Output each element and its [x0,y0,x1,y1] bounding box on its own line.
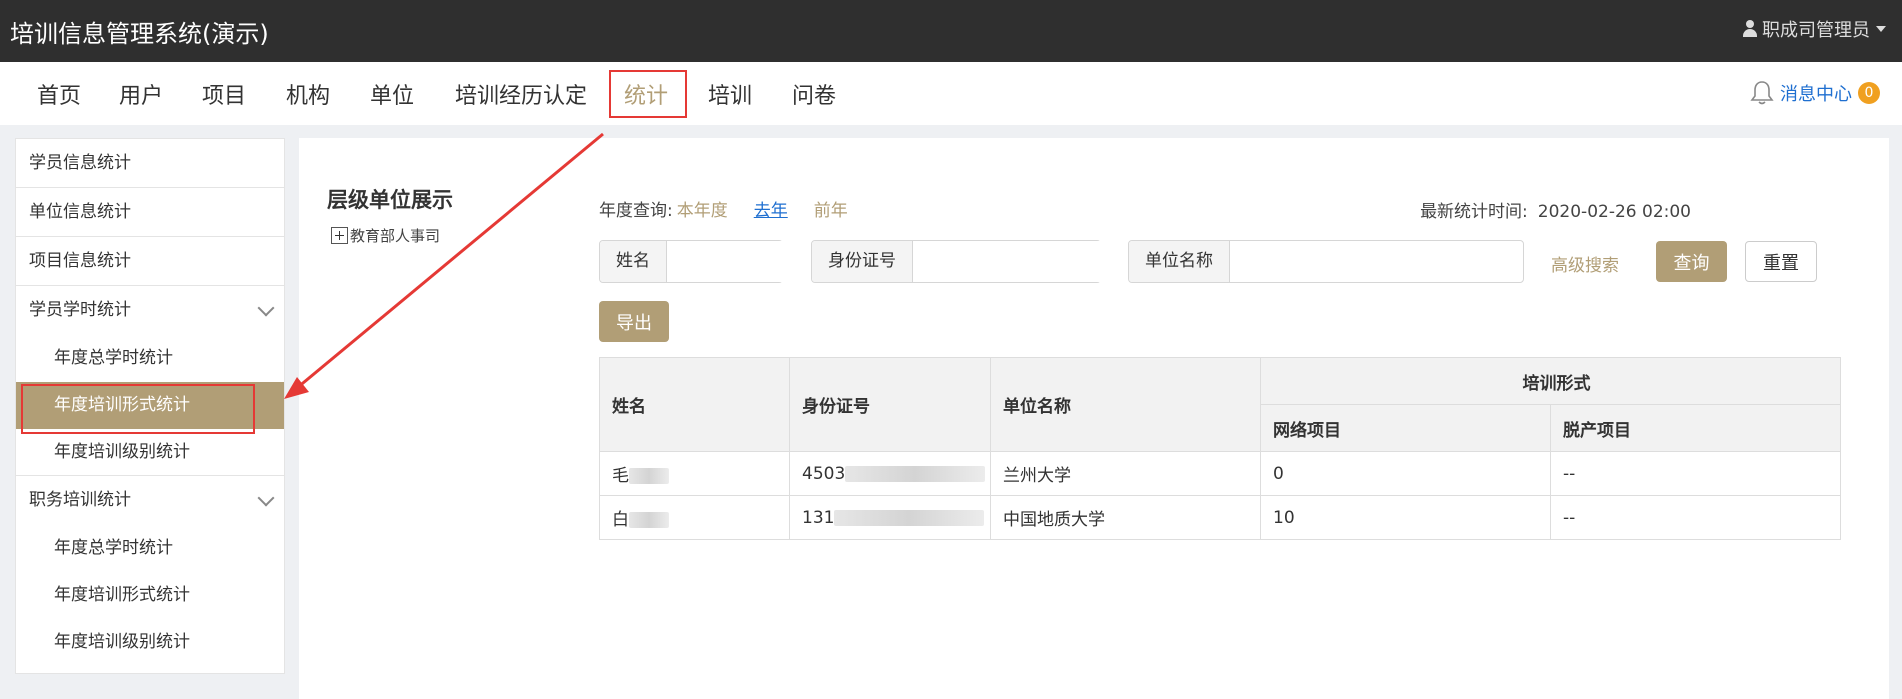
year-option-two-years-ago[interactable]: 前年 [814,196,848,221]
nav-institutions[interactable]: 机构 [286,76,330,112]
id-field-label: 身份证号 [812,241,913,282]
sidebar-item-student-info[interactable]: 学员信息统计 [16,139,284,188]
sidebar-item-annual-training-level[interactable]: 年度培训级别统计 [16,429,284,476]
bell-icon [1750,80,1774,106]
redacted-mask [629,468,669,484]
stat-time: 最新统计时间: 2020-02-26 02:00 [1420,197,1691,222]
nav-training[interactable]: 培训 [708,76,752,112]
sidebar-item-duty-annual-hours[interactable]: 年度总学时统计 [16,525,284,572]
col-header-training-form: 培训形式 [1260,357,1841,405]
nav-projects[interactable]: 项目 [202,76,246,112]
message-center-label: 消息中心 [1780,84,1852,105]
cell-name: 白 [599,495,790,540]
cell-offline: -- [1550,495,1841,540]
tree-node-root[interactable]: 教育部人事司 [331,225,440,246]
cell-name: 毛 [599,451,790,496]
sidebar-item-unit-info[interactable]: 单位信息统计 [16,188,284,237]
unit-field: 单位名称 [1128,240,1524,283]
nav-users[interactable]: 用户 [119,76,163,112]
year-option-this-year[interactable]: 本年度 [677,196,728,221]
unit-input[interactable] [1230,241,1523,282]
table-row[interactable]: 白 131 中国地质大学 10 -- [599,495,1841,540]
export-button[interactable]: 导出 [599,301,669,342]
col-header-id: 身份证号 [789,357,991,452]
nav-questionnaire[interactable]: 问卷 [792,76,836,112]
sidebar-item-duty-training-level[interactable]: 年度培训级别统计 [16,619,284,666]
sidebar-item-project-info[interactable]: 项目信息统计 [16,237,284,286]
nav-training-certification[interactable]: 培训经历认定 [455,76,587,112]
sidebar-group-label: 学员学时统计 [29,300,131,320]
user-name: 职成司管理员 [1762,20,1870,41]
sidebar-item-duty-training-form[interactable]: 年度培训形式统计 [16,572,284,619]
col-header-unit: 单位名称 [990,357,1261,452]
name-field: 姓名 [599,240,890,283]
chevron-down-icon [257,299,275,317]
name-field-label: 姓名 [600,241,667,282]
nav-units[interactable]: 单位 [370,76,414,112]
sidebar-group-duty-training[interactable]: 职务培训统计 [16,476,284,525]
stat-time-value: 2020-02-26 02:00 [1537,202,1691,222]
sidebar-group-label: 职务培训统计 [29,490,131,510]
cell-online: 0 [1260,451,1551,496]
user-icon [1742,20,1758,38]
cell-online: 10 [1260,495,1551,540]
id-field: 身份证号 [811,240,1136,283]
main-nav: 首页 用户 项目 机构 单位 培训经历认定 统计 培训 问卷 [0,62,1902,125]
tree-title: 层级单位展示 [327,188,453,212]
top-bar: 培训信息管理系统(演示) 职成司管理员 [0,0,1902,62]
reset-button[interactable]: 重置 [1745,241,1817,282]
expand-icon[interactable] [331,227,348,244]
redacted-mask [834,509,985,526]
stat-time-label: 最新统计时间: [1420,202,1528,222]
redacted-mask [629,512,669,528]
col-header-name: 姓名 [599,357,790,452]
query-button[interactable]: 查询 [1656,241,1727,282]
cell-unit: 中国地质大学 [990,495,1261,540]
user-menu[interactable]: 职成司管理员 [1742,16,1886,42]
tree-node-label[interactable]: 教育部人事司 [350,225,440,246]
unit-field-label: 单位名称 [1129,241,1230,282]
year-filter: 年度查询: 本年度 去年 前年 [599,196,848,221]
nav-highlight-box [609,70,687,118]
sidebar-item-annual-hours[interactable]: 年度总学时统计 [16,335,284,382]
sidebar-highlight-box [21,384,255,434]
nav-home[interactable]: 首页 [37,76,81,112]
advanced-search-link[interactable]: 高级搜索 [1551,251,1619,276]
app-title: 培训信息管理系统(演示) [10,20,269,48]
col-header-offline: 脱产项目 [1550,404,1841,452]
chevron-down-icon [1876,26,1886,32]
message-center[interactable]: 消息中心 0 [1750,80,1880,106]
cell-id: 4503 [789,451,991,496]
year-filter-label: 年度查询: [599,201,673,221]
redacted-mask [845,465,986,482]
cell-unit: 兰州大学 [990,451,1261,496]
results-table: 姓名 身份证号 单位名称 培训形式 网络项目 脱产项目 毛 4503 兰州大学 … [599,357,1841,540]
table-row[interactable]: 毛 4503 兰州大学 0 -- [599,451,1841,496]
sidebar-group-student-hours[interactable]: 学员学时统计 [16,286,284,335]
cell-offline: -- [1550,451,1841,496]
col-header-online: 网络项目 [1260,404,1551,452]
message-count-badge: 0 [1858,82,1880,104]
cell-id: 131 [789,495,991,540]
year-option-last-year[interactable]: 去年 [754,196,788,221]
id-input[interactable] [913,241,1136,282]
chevron-down-icon [257,489,275,507]
